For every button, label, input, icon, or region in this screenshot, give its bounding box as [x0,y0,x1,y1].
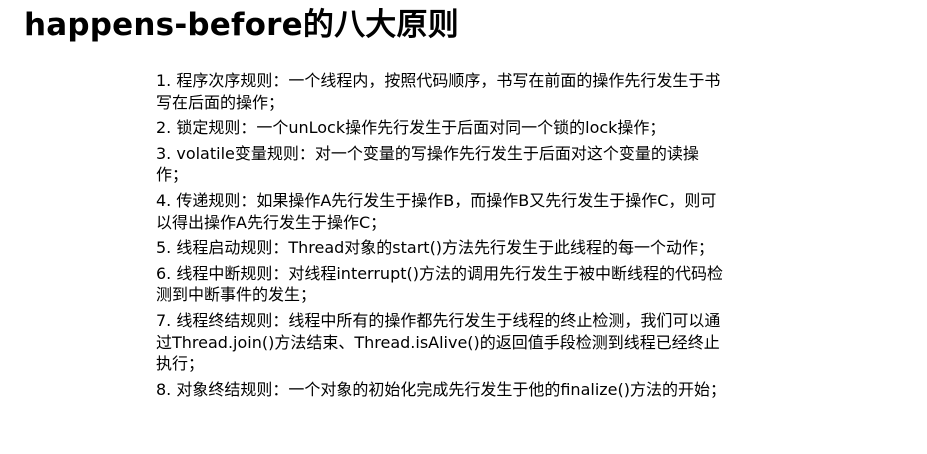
rule-item-3: 3. volatile变量规则：对一个变量的写操作先行发生于后面对这个变量的读操… [156,143,846,186]
rule-2-line-1: 2. 锁定规则：一个unLock操作先行发生于后面对同一个锁的lock操作； [156,118,666,138]
rule-5-line-1: 5. 线程启动规则：Thread对象的start()方法先行发生于此线程的每一个… [156,238,715,258]
rule-item-5: 5. 线程启动规则：Thread对象的start()方法先行发生于此线程的每一个… [156,237,846,259]
rule-4-line-2: 以得出操作A先行发生于操作C； [156,212,387,232]
rule-list: 1. 程序次序规则：一个线程内，按照代码顺序，书写在前面的操作先行发生于书 写在… [156,70,846,404]
rule-7-line-1: 7. 线程终结规则：线程中所有的操作都先行发生于线程的终止检测，我们可以通 [156,310,721,330]
rule-7-line-3: 执行； [156,354,205,374]
rule-item-1: 1. 程序次序规则：一个线程内，按照代码顺序，书写在前面的操作先行发生于书 写在… [156,70,846,113]
rule-item-6: 6. 线程中断规则：对线程interrupt()方法的调用先行发生于被中断线程的… [156,263,846,306]
rule-1-line-2: 写在后面的操作； [156,92,285,112]
rule-3-line-2: 作； [156,165,189,185]
rule-4-line-1: 4. 传递规则：如果操作A先行发生于操作B，而操作B又先行发生于操作C，则可 [156,190,717,210]
rule-item-8: 8. 对象终结规则：一个对象的初始化完成先行发生于他的finalize()方法的… [156,379,846,401]
rule-3-line-1: 3. volatile变量规则：对一个变量的写操作先行发生于后面对这个变量的读操 [156,143,699,163]
rule-8-line-1: 8. 对象终结规则：一个对象的初始化完成先行发生于他的finalize()方法的… [156,379,726,399]
rule-6-line-1: 6. 线程中断规则：对线程interrupt()方法的调用先行发生于被中断线程的… [156,263,723,283]
rule-item-7: 7. 线程终结规则：线程中所有的操作都先行发生于线程的终止检测，我们可以通 过T… [156,310,846,375]
rule-6-line-2: 测到中断事件的发生； [156,285,317,305]
rule-1-line-1: 1. 程序次序规则：一个线程内，按照代码顺序，书写在前面的操作先行发生于书 [156,71,721,90]
page-title: happens-before的八大原则 [24,7,459,43]
rule-item-4: 4. 传递规则：如果操作A先行发生于操作B，而操作B又先行发生于操作C，则可 以… [156,190,846,233]
rule-7-line-2: 过Thread.join()方法结束、Thread.isAlive()的返回值手… [156,332,720,352]
rule-item-2: 2. 锁定规则：一个unLock操作先行发生于后面对同一个锁的lock操作； [156,117,846,139]
